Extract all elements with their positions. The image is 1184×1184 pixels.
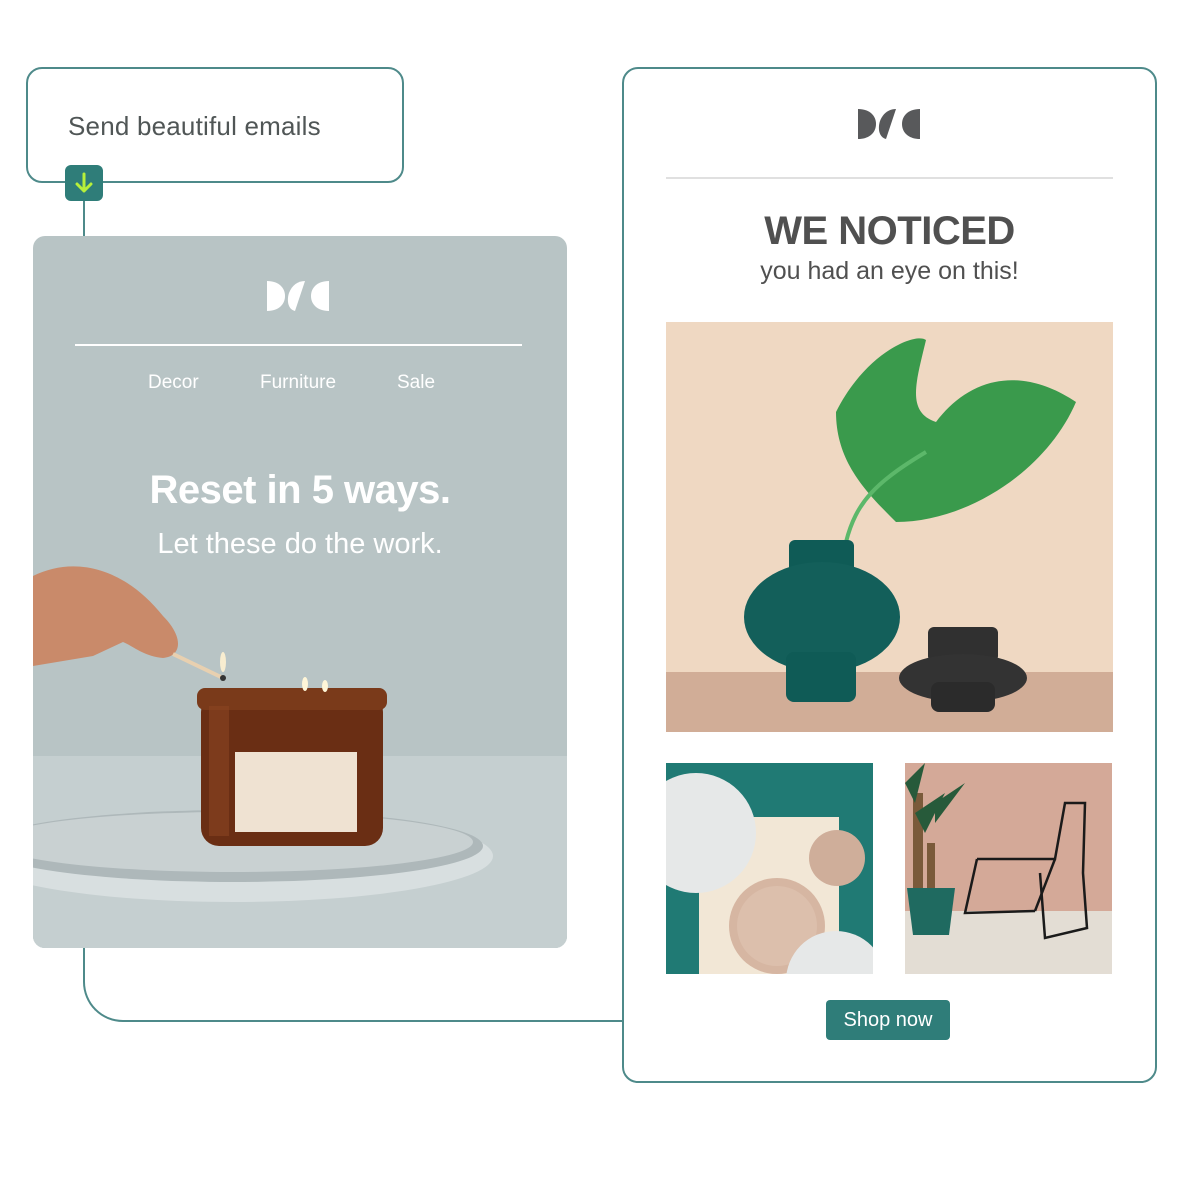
email-preview-reset[interactable]: Decor Furniture Sale Reset in 5 ways. Le… [33, 236, 567, 948]
email-preview-we-noticed[interactable]: WE NOTICED you had an eye on this! Shop … [622, 67, 1157, 1083]
nav-link-furniture[interactable]: Furniture [260, 372, 336, 394]
arrow-down-icon [65, 165, 103, 201]
brand-logo [265, 279, 333, 313]
nav-link-decor[interactable]: Decor [148, 372, 199, 394]
chair-and-plant-image [905, 763, 1112, 974]
connector-line [83, 200, 85, 236]
divider [666, 177, 1113, 179]
connector-line [83, 948, 623, 1022]
email-title: WE NOTICED [764, 209, 1015, 253]
email-headline: Reset in 5 ways. [149, 468, 451, 512]
divider [75, 344, 522, 346]
ceramic-bowls-image [666, 763, 873, 974]
brand-logo [856, 107, 924, 141]
candle-being-lit-image [33, 556, 567, 948]
email-subtitle: you had an eye on this! [760, 257, 1019, 285]
nav-link-sale[interactable]: Sale [397, 372, 435, 394]
shop-now-button[interactable]: Shop now [826, 1000, 950, 1040]
trigger-step-label: Send beautiful emails [68, 111, 321, 141]
teal-vase-with-leaf-image [666, 322, 1113, 732]
